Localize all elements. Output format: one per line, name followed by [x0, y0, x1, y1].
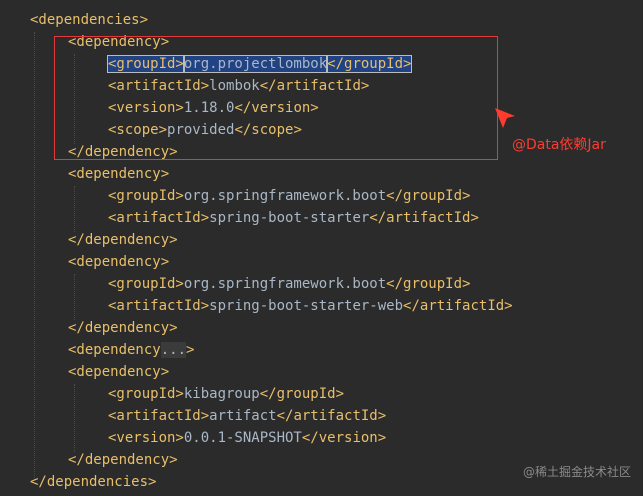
xml-tag: <dependency	[68, 342, 161, 358]
code-line[interactable]: </dependency>	[68, 229, 178, 251]
xml-value: spring-boot-starter-web	[209, 298, 404, 314]
xml-tag: <groupId>	[108, 386, 184, 402]
indent-guide	[74, 274, 75, 320]
code-line[interactable]: </dependencies>	[30, 471, 156, 493]
xml-value: org.springframework.boot	[183, 276, 387, 292]
xml-tag: </version>	[301, 430, 387, 446]
xml-tag: </artifactId>	[369, 210, 479, 226]
annotation-box	[54, 36, 498, 160]
code-editor[interactable]: <dependencies> <dependency> <groupId>org.p…	[0, 0, 643, 496]
xml-tag: <dependencies>	[30, 12, 149, 28]
xml-tag: <artifactId>	[108, 210, 210, 226]
code-line[interactable]: <dependency>	[68, 361, 169, 383]
code-line[interactable]: <groupId>org.springframework.boot</group…	[108, 185, 470, 207]
xml-tag: </artifactId>	[276, 408, 387, 424]
indent-guide	[74, 384, 75, 452]
xml-tag: </dependencies>	[30, 474, 157, 490]
xml-tag: </groupId>	[259, 386, 345, 402]
xml-tag: </groupId>	[386, 188, 471, 204]
xml-tag: >	[186, 342, 195, 358]
code-line[interactable]: <version>0.0.1-SNAPSHOT</version>	[108, 427, 386, 449]
xml-tag: <groupId>	[108, 276, 184, 292]
annotation-arrow-icon	[495, 108, 515, 128]
xml-tag: </groupId>	[386, 276, 471, 292]
code-line[interactable]: </dependency>	[68, 317, 178, 339]
code-line[interactable]: <groupId>org.springframework.boot</group…	[108, 273, 470, 295]
xml-tag: <dependency>	[68, 364, 170, 380]
code-line[interactable]: </dependency>	[68, 449, 178, 471]
code-line[interactable]: <artifactId>spring-boot-starter-web</art…	[108, 295, 513, 317]
code-line[interactable]: <artifactId>spring-boot-starter</artifac…	[108, 207, 479, 229]
xml-value: org.springframework.boot	[183, 188, 387, 204]
annotation-label: @Data依赖Jar	[512, 137, 606, 153]
indent-guide	[74, 186, 75, 232]
xml-tag: <artifactId>	[108, 408, 210, 424]
folded-region[interactable]: ...	[160, 342, 187, 358]
code-line[interactable]: <dependency>	[68, 251, 169, 273]
xml-value: 0.0.1-SNAPSHOT	[183, 430, 302, 446]
indent-guide	[34, 32, 35, 480]
xml-value: spring-boot-starter	[209, 210, 370, 226]
xml-tag: <version>	[108, 430, 184, 446]
code-line[interactable]: <dependency>	[68, 163, 169, 185]
xml-value: kibagroup	[183, 386, 260, 402]
code-line[interactable]: <artifactId>artifact</artifactId>	[108, 405, 386, 427]
xml-tag: </dependency>	[68, 452, 178, 468]
xml-tag: </dependency>	[68, 320, 178, 336]
xml-tag: <artifactId>	[108, 298, 210, 314]
watermark: @稀土掘金技术社区	[522, 465, 631, 479]
code-line[interactable]: <dependencies>	[30, 9, 148, 31]
xml-tag: </artifactId>	[403, 298, 513, 314]
xml-tag: </dependency>	[68, 232, 178, 248]
xml-value: artifact	[209, 408, 277, 424]
code-line[interactable]: <groupId>kibagroup</groupId>	[108, 383, 344, 405]
xml-tag: <dependency>	[68, 166, 170, 182]
xml-tag: <groupId>	[108, 188, 184, 204]
xml-tag: <dependency>	[68, 254, 170, 270]
code-line[interactable]: <dependency...>	[68, 339, 194, 361]
